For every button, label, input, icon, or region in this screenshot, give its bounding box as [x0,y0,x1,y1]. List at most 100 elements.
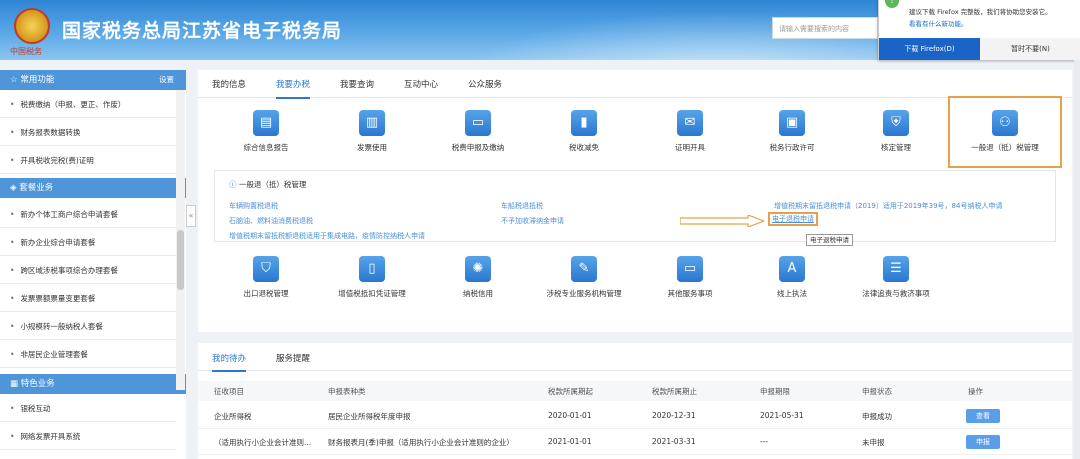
table-cell: 未申报 [862,438,885,447]
collapse-sidebar-icon[interactable]: « [186,205,196,227]
table-row: （适用执行小企业会计准则... 财务报表月(季)申报（适用执行小企业会计准则的企… [198,431,1072,455]
col-header: 申报表种类 [328,387,366,396]
table-row: 企业所得税 居民企业所得税年度申报 2020-01-01 2020-12-31 … [198,405,1072,429]
sidebar-item[interactable]: 新办个体工商户综合申请套餐 [0,202,176,228]
sidebar-item[interactable]: 跨区域涉税事项综合办理套餐 [0,258,176,284]
tooltip: 电子退税申请 [806,234,853,246]
translate-icon: A [779,256,805,282]
license-icon: ▣ [779,110,805,136]
refund-submenu: ⓘ 一般退（抵）税管理 车辆购置税退税 车船税退抵税 增值税期末留抵退税申请（2… [214,170,1056,242]
sidebar-item[interactable]: 发票票额票量变更套餐 [0,286,176,312]
main-tabs: 我的信息 我要办税 我要查询 互动中心 公众服务 [198,70,1072,99]
todo-panel: 我的待办 服务提醒 征收项目 申报表种类 税款所属期起 税款所属期止 申报期限 … [198,343,1072,459]
site-title: 国家税务总局江苏省电子税务局 [62,20,343,42]
sidebar-item[interactable]: 开具税收完税(费)证明 [0,148,176,174]
monitor-icon: ▭ [465,110,491,136]
tab-query[interactable]: 我要查询 [340,78,374,90]
sidebar-section-special[interactable]: ▦ 特色业务 [0,374,186,394]
section-title: 套餐业务 [19,183,54,193]
declare-button[interactable]: 申报 [966,435,1000,449]
sidebar-item[interactable]: 财务报表数据转换 [0,120,176,146]
func-certificate[interactable]: ✉ 证明开具 [640,110,740,153]
table-cell: 财务报表月(季)申报（适用执行小企业会计准则的企业） [328,438,514,447]
sidebar-item[interactable]: 网络发票开具系统 [0,424,176,450]
func-tax-reduction[interactable]: ▮ 税收减免 [534,110,634,153]
section-title: 特色业务 [20,379,55,389]
table-cell: （适用执行小企业会计准则... [214,438,312,447]
col-header: 税款所属期起 [548,387,593,396]
notification-icon: ! [885,0,899,8]
todo-tabs: 我的待办 服务提醒 [198,343,1072,372]
func-info-report[interactable]: ▤ 综合信息报告 [216,110,316,153]
tools-icon: ✎ [571,256,597,282]
func-general-refund[interactable]: ⚇ 一般退（抵）税管理 [948,96,1062,168]
link-vehicle-vessel-refund[interactable]: 车船税退抵税 [501,201,543,211]
col-header: 税款所属期止 [652,387,697,396]
page-scrollbar[interactable] [1074,60,1080,459]
table-cell: --- [760,437,769,446]
sidebar-item[interactable]: 税费缴纳（申报、更正、作废） [0,92,176,118]
document-icon: ▥ [359,110,385,136]
func-declare-pay[interactable]: ▭ 税费申报及缴纳 [428,110,528,153]
func-assessment[interactable]: ⛨ 核定管理 [846,110,946,153]
sidebar-item[interactable]: 小规模转一般纳税人套餐 [0,314,176,340]
tab-service-reminder[interactable]: 服务提醒 [276,352,310,364]
sidebar-scrollbar[interactable] [176,90,185,390]
link-no-late-fee[interactable]: 不予加收滞纳金申请 [501,216,564,226]
sidebar: ☆ 常用功能 设置 税费缴纳（申报、更正、作废） 财务报表数据转换 开具税收完税… [0,70,186,459]
sidebar-item[interactable]: 新办企业综合申请套餐 [0,230,176,256]
clipboard-icon: ▯ [359,256,385,282]
table-cell: 2021-03-31 [652,437,696,446]
network-icon: ⚇ [992,110,1018,136]
func-agency-management[interactable]: ✎ 涉税专业服务机构管理 [534,256,634,299]
link-vat-credit-refund-ic[interactable]: 增值税期末留抵税额退税适用于集成电路，疫情防控纳税人申请 [229,231,425,241]
table-cell: 居民企业所得税年度申报 [328,412,411,421]
func-export-refund[interactable]: ⛉ 出口退税管理 [216,256,316,299]
annotation-arrow-icon [680,215,764,227]
link-naphtha-fuel-refund[interactable]: 石脑油、燃料油消费税退税 [229,216,313,226]
func-other-services[interactable]: ▭ 其他服务事项 [640,256,740,299]
sidebar-section-packages[interactable]: ◈ 套餐业务 [0,178,186,198]
table-cell: 2020-12-31 [652,411,696,420]
col-header: 征收项目 [214,387,244,396]
tax-emblem-icon [14,8,50,44]
certificate-icon: ✉ [677,110,703,136]
download-firefox-button[interactable]: 下载 Firefox(D) [879,38,980,60]
main-panel: 我的信息 我要办税 我要查询 互动中心 公众服务 ▤ 综合信息报告 ▥ 发票使用 ▭… [198,70,1072,332]
tab-public-service[interactable]: 公众服务 [468,78,502,90]
not-now-button[interactable]: 暂时不要(N) [980,38,1080,60]
func-vat-voucher[interactable]: ▯ 增值税抵扣凭证管理 [322,256,422,299]
lightbulb-icon: ✺ [465,256,491,282]
link-vehicle-purchase-refund[interactable]: 车辆购置税退税 [229,201,278,211]
view-button[interactable]: 查看 [966,409,1000,423]
link-electronic-refund[interactable]: 电子退税申请 [768,212,818,226]
sidebar-item[interactable]: 非居民企业管理套餐 [0,342,176,368]
search-input[interactable]: 请输入需要搜索的内容 [772,17,878,39]
sidebar-section-common[interactable]: ☆ 常用功能 设置 [0,70,186,90]
func-legal-remedy[interactable]: ☰ 法律追责与救济事项 [846,256,946,299]
table-cell: 2021-01-01 [548,437,592,446]
submenu-title: ⓘ 一般退（抵）税管理 [229,180,307,189]
info-icon: ⓘ [229,180,239,189]
func-online-enforcement[interactable]: A 线上执法 [742,256,842,299]
func-invoice-use[interactable]: ▥ 发票使用 [322,110,422,153]
tab-file-tax[interactable]: 我要办税 [276,78,311,99]
notification-message: 建议下载 Firefox 完整版，我们将协助您安装它。 [909,8,1052,16]
tab-my-info[interactable]: 我的信息 [212,78,246,90]
table-cell: 2021-05-31 [760,411,804,420]
col-header: 操作 [968,387,983,396]
sidebar-item[interactable]: 银税互动 [0,396,176,422]
firefox-notification: ! 建议下载 Firefox 完整版，我们将协助您安装它。 看看有什么新功能。 … [878,0,1080,60]
screen-icon: ▭ [677,256,703,282]
link-vat-credit-refund-2019[interactable]: 增值税期末留抵退税申请（2019）适用于2019年39号，84号纳税人申请 [774,201,1002,211]
func-tax-credit[interactable]: ✺ 纳税信用 [428,256,528,299]
whats-new-link[interactable]: 看看有什么新功能。 [909,18,968,28]
scroll-thumb[interactable] [177,230,184,290]
table-cell: 企业所得税 [214,412,252,421]
star-icon: ☆ [10,75,21,85]
func-admin-license[interactable]: ▣ 税务行政许可 [742,110,842,153]
settings-link[interactable]: 设置 [159,70,174,90]
tab-interaction[interactable]: 互动中心 [404,78,438,90]
tab-my-todo[interactable]: 我的待办 [212,352,247,372]
layers-icon: ◈ [10,183,20,193]
